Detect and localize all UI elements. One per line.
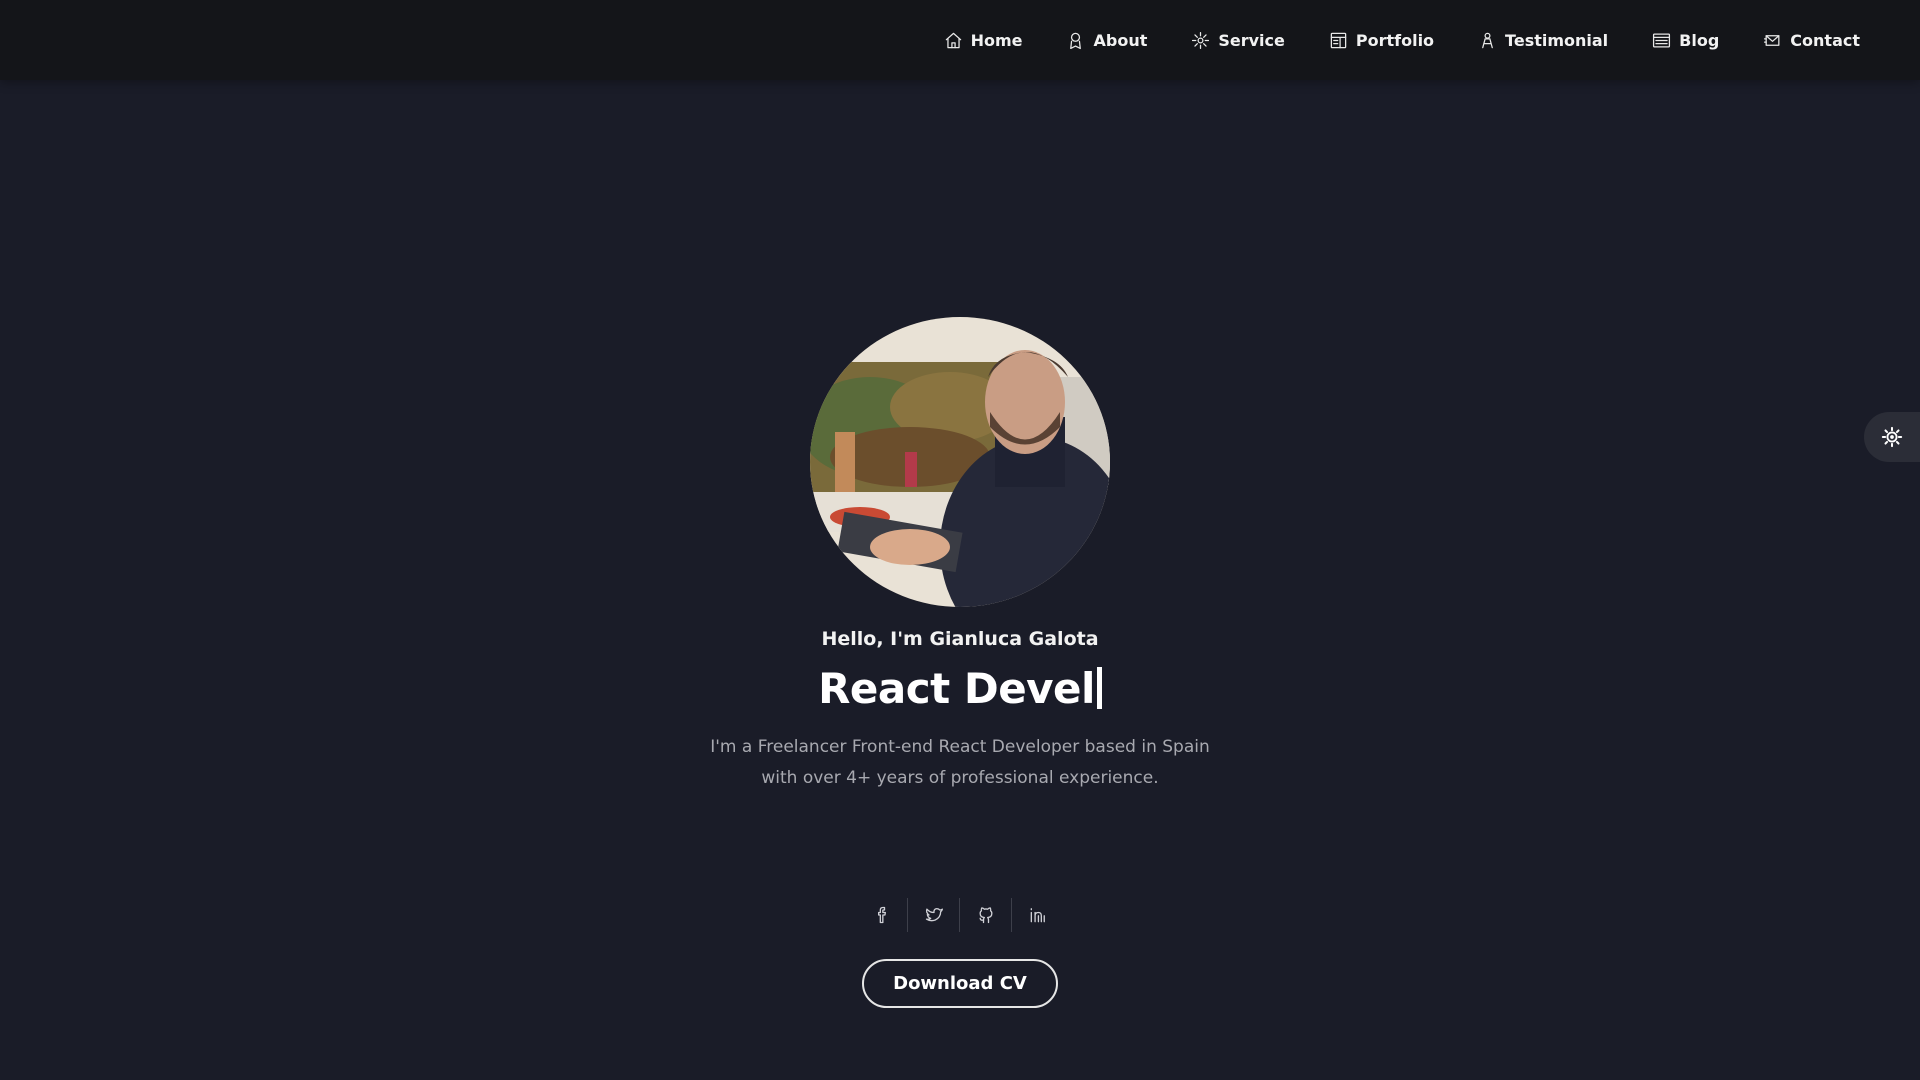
facebook-icon bbox=[877, 906, 886, 924]
hero-section: Hello, I'm Gianluca Galota React Devel I… bbox=[0, 80, 1920, 1080]
user-icon bbox=[1070, 32, 1082, 49]
nav-item-portfolio[interactable]: Portfolio bbox=[1329, 31, 1434, 50]
nav-item-label: Testimonial bbox=[1505, 30, 1609, 50]
description-line-2: with over 4+ years of professional exper… bbox=[761, 768, 1159, 788]
github-link[interactable] bbox=[960, 898, 1012, 932]
typing-cursor bbox=[1096, 667, 1102, 709]
testimonial-icon bbox=[1482, 32, 1493, 48]
nav-item-label: Portfolio bbox=[1355, 30, 1435, 50]
nav-item-service[interactable]: Service bbox=[1191, 31, 1285, 50]
contact-icon bbox=[1764, 34, 1780, 46]
top-navbar: Home About Service Portfolio Testimonial… bbox=[0, 0, 1920, 80]
social-links bbox=[0, 898, 1920, 932]
linkedin-icon bbox=[1030, 908, 1045, 923]
nav-item-blog[interactable]: Blog bbox=[1652, 31, 1719, 50]
description-line-1: I'm a Freelancer Front-end React Develop… bbox=[710, 737, 1210, 757]
nav-item-label: Contact bbox=[1790, 30, 1860, 50]
download-cv-button[interactable]: Download CV bbox=[862, 959, 1058, 1008]
nav-item-home[interactable]: Home bbox=[944, 30, 1023, 50]
greeting: Hello, I'm Gianluca Galota bbox=[821, 628, 1099, 650]
home-icon bbox=[945, 32, 961, 48]
blog-icon bbox=[1653, 33, 1671, 47]
nav-menu: Home About Service Portfolio Testimonial… bbox=[944, 0, 1860, 80]
nav-item-label: About bbox=[1093, 30, 1148, 50]
nav-item-label: Blog bbox=[1679, 30, 1720, 50]
nav-item-label: Home bbox=[970, 30, 1023, 50]
twitter-icon bbox=[925, 908, 943, 922]
portfolio-icon bbox=[1330, 32, 1347, 48]
facebook-link[interactable] bbox=[856, 898, 908, 932]
nav-item-label: Service bbox=[1218, 30, 1285, 50]
role-title: React Devel bbox=[0, 664, 1920, 713]
hero-description: I'm a Freelancer Front-end React Develop… bbox=[660, 732, 1260, 794]
nav-item-contact[interactable]: Contact bbox=[1763, 31, 1860, 50]
nav-item-testimonial[interactable]: Testimonial bbox=[1478, 31, 1608, 50]
twitter-link[interactable] bbox=[908, 898, 960, 932]
github-icon bbox=[979, 907, 992, 924]
nav-item-about[interactable]: About bbox=[1066, 31, 1147, 50]
avatar bbox=[810, 317, 1110, 607]
service-icon bbox=[1192, 31, 1210, 49]
linkedin-link[interactable] bbox=[1012, 898, 1064, 932]
profile-photo bbox=[810, 317, 1110, 607]
role-text: React Devel bbox=[818, 664, 1095, 713]
